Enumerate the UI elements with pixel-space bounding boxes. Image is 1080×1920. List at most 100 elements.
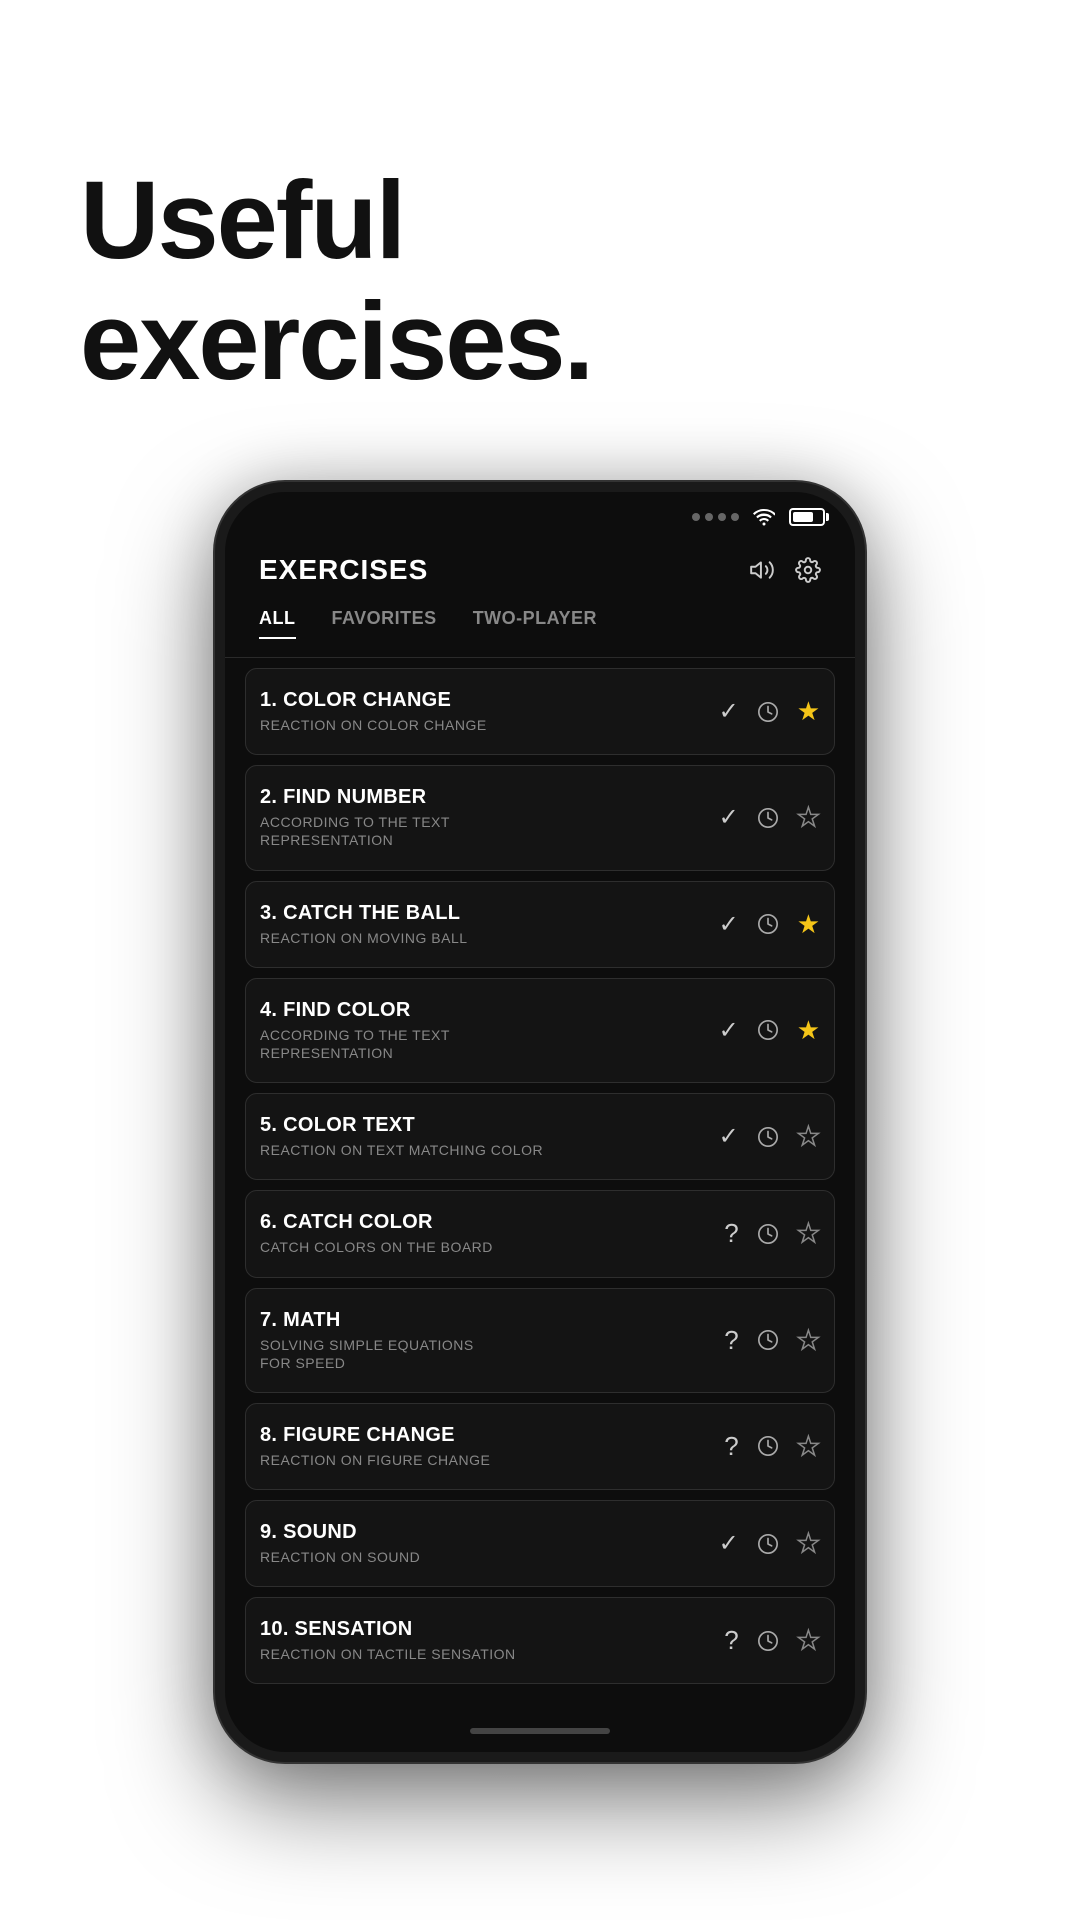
status-bar <box>225 492 855 534</box>
exercise-name-4: 4. FIND COLOR <box>260 999 719 1022</box>
hero-title: Useful exercises. <box>80 160 1000 402</box>
exercise-info-1: 1. COLOR CHANGE REACTION ON COLOR CHANGE <box>260 689 719 734</box>
exercise-desc-7: SOLVING SIMPLE EQUATIONSFOR SPEED <box>260 1336 724 1372</box>
star-icon-1[interactable]: ★ <box>797 696 820 727</box>
history-icon-3 <box>757 913 779 935</box>
exercise-item-10[interactable]: 10. SENSATION REACTION ON TACTILE SENSAT… <box>245 1597 835 1684</box>
tabs-row: ALL FAVORITES TWO-PLAYER <box>225 602 855 658</box>
question-icon-6: ? <box>724 1218 738 1249</box>
settings-icon[interactable] <box>795 557 821 583</box>
exercise-desc-9: REACTION ON SOUND <box>260 1548 719 1566</box>
tab-favorites[interactable]: FAVORITES <box>332 608 437 639</box>
exercise-name-5: 5. COLOR TEXT <box>260 1114 719 1137</box>
exercise-name-3: 3. CATCH THE BALL <box>260 902 719 925</box>
exercise-desc-6: CATCH COLORS ON THE BOARD <box>260 1238 724 1256</box>
exercise-item-5[interactable]: 5. COLOR TEXT REACTION ON TEXT MATCHING … <box>245 1093 835 1180</box>
history-icon-10 <box>757 1630 779 1652</box>
exercise-actions-5: ✓ ★ <box>719 1121 820 1152</box>
signal-dot-4 <box>731 513 739 521</box>
exercise-desc-10: REACTION ON TACTILE SENSATION <box>260 1645 724 1663</box>
exercise-name-7: 7. MATH <box>260 1309 724 1332</box>
history-icon-7 <box>757 1329 779 1351</box>
check-icon-9: ✓ <box>719 1529 739 1558</box>
exercise-info-8: 8. FIGURE CHANGE REACTION ON FIGURE CHAN… <box>260 1424 724 1469</box>
star-icon-9[interactable]: ★ <box>797 1528 820 1559</box>
exercise-actions-8: ? ★ <box>724 1431 820 1462</box>
exercise-desc-5: REACTION ON TEXT MATCHING COLOR <box>260 1141 719 1159</box>
exercise-desc-1: REACTION ON COLOR CHANGE <box>260 716 719 734</box>
exercise-item-1[interactable]: 1. COLOR CHANGE REACTION ON COLOR CHANGE… <box>245 668 835 755</box>
app-title: EXERCISES <box>259 554 428 586</box>
signal-dot-3 <box>718 513 726 521</box>
exercise-actions-1: ✓ ★ <box>719 696 820 727</box>
question-icon-8: ? <box>724 1431 738 1462</box>
exercise-item-8[interactable]: 8. FIGURE CHANGE REACTION ON FIGURE CHAN… <box>245 1403 835 1490</box>
star-icon-8[interactable]: ★ <box>797 1431 820 1462</box>
hero-section: Useful exercises. <box>0 0 1080 462</box>
star-icon-10[interactable]: ★ <box>797 1625 820 1656</box>
exercise-item-4[interactable]: 4. FIND COLOR ACCORDING TO THE TEXTREPRE… <box>245 978 835 1083</box>
star-icon-2[interactable]: ★ <box>797 802 820 833</box>
phone-wrapper: EXERCISES ALL <box>180 462 900 1802</box>
header-icons <box>749 557 821 583</box>
star-icon-6[interactable]: ★ <box>797 1218 820 1249</box>
check-icon-2: ✓ <box>719 803 739 832</box>
exercise-name-1: 1. COLOR CHANGE <box>260 689 719 712</box>
exercise-list: 1. COLOR CHANGE REACTION ON COLOR CHANGE… <box>225 658 855 1716</box>
exercise-name-9: 9. SOUND <box>260 1521 719 1544</box>
star-icon-7[interactable]: ★ <box>797 1325 820 1356</box>
home-bar <box>470 1728 610 1734</box>
exercise-item-3[interactable]: 3. CATCH THE BALL REACTION ON MOVING BAL… <box>245 881 835 968</box>
exercise-name-10: 10. SENSATION <box>260 1618 724 1641</box>
exercise-info-7: 7. MATH SOLVING SIMPLE EQUATIONSFOR SPEE… <box>260 1309 724 1372</box>
exercise-actions-3: ✓ ★ <box>719 909 820 940</box>
tab-two-player[interactable]: TWO-PLAYER <box>473 608 597 639</box>
app-header: EXERCISES <box>225 534 855 602</box>
check-icon-1: ✓ <box>719 697 739 726</box>
exercise-item-2[interactable]: 2. FIND NUMBER ACCORDING TO THE TEXTREPR… <box>245 765 835 870</box>
exercise-desc-8: REACTION ON FIGURE CHANGE <box>260 1451 724 1469</box>
battery-fill <box>793 512 813 522</box>
home-indicator <box>225 1716 855 1752</box>
history-icon-6 <box>757 1223 779 1245</box>
exercise-info-6: 6. CATCH COLOR CATCH COLORS ON THE BOARD <box>260 1211 724 1256</box>
check-icon-3: ✓ <box>719 910 739 939</box>
history-icon-1 <box>757 701 779 723</box>
exercise-info-5: 5. COLOR TEXT REACTION ON TEXT MATCHING … <box>260 1114 719 1159</box>
exercise-name-6: 6. CATCH COLOR <box>260 1211 724 1234</box>
sound-icon[interactable] <box>749 557 775 583</box>
exercise-info-2: 2. FIND NUMBER ACCORDING TO THE TEXTREPR… <box>260 786 719 849</box>
wifi-icon <box>753 508 775 526</box>
exercise-name-2: 2. FIND NUMBER <box>260 786 719 809</box>
question-icon-7: ? <box>724 1325 738 1356</box>
exercise-name-8: 8. FIGURE CHANGE <box>260 1424 724 1447</box>
history-icon-8 <box>757 1435 779 1457</box>
star-icon-4[interactable]: ★ <box>797 1015 820 1046</box>
exercise-item-7[interactable]: 7. MATH SOLVING SIMPLE EQUATIONSFOR SPEE… <box>245 1288 835 1393</box>
exercise-info-4: 4. FIND COLOR ACCORDING TO THE TEXTREPRE… <box>260 999 719 1062</box>
exercise-actions-2: ✓ ★ <box>719 802 820 833</box>
exercise-item-9[interactable]: 9. SOUND REACTION ON SOUND ✓ ★ <box>245 1500 835 1587</box>
history-icon-5 <box>757 1126 779 1148</box>
exercise-actions-7: ? ★ <box>724 1325 820 1356</box>
exercise-desc-4: ACCORDING TO THE TEXTREPRESENTATION <box>260 1026 719 1062</box>
battery-icon <box>789 508 825 526</box>
exercise-item-6[interactable]: 6. CATCH COLOR CATCH COLORS ON THE BOARD… <box>245 1190 835 1277</box>
exercise-actions-4: ✓ ★ <box>719 1015 820 1046</box>
history-icon-9 <box>757 1533 779 1555</box>
phone-frame: EXERCISES ALL <box>215 482 865 1762</box>
star-icon-3[interactable]: ★ <box>797 909 820 940</box>
question-icon-10: ? <box>724 1625 738 1656</box>
check-icon-5: ✓ <box>719 1122 739 1151</box>
signal-dot-1 <box>692 513 700 521</box>
exercise-actions-9: ✓ ★ <box>719 1528 820 1559</box>
star-icon-5[interactable]: ★ <box>797 1121 820 1152</box>
exercise-info-3: 3. CATCH THE BALL REACTION ON MOVING BAL… <box>260 902 719 947</box>
exercise-actions-6: ? ★ <box>724 1218 820 1249</box>
signal-dots <box>692 513 739 521</box>
exercise-info-10: 10. SENSATION REACTION ON TACTILE SENSAT… <box>260 1618 724 1663</box>
exercise-info-9: 9. SOUND REACTION ON SOUND <box>260 1521 719 1566</box>
tab-all[interactable]: ALL <box>259 608 296 639</box>
history-icon-4 <box>757 1019 779 1041</box>
signal-dot-2 <box>705 513 713 521</box>
